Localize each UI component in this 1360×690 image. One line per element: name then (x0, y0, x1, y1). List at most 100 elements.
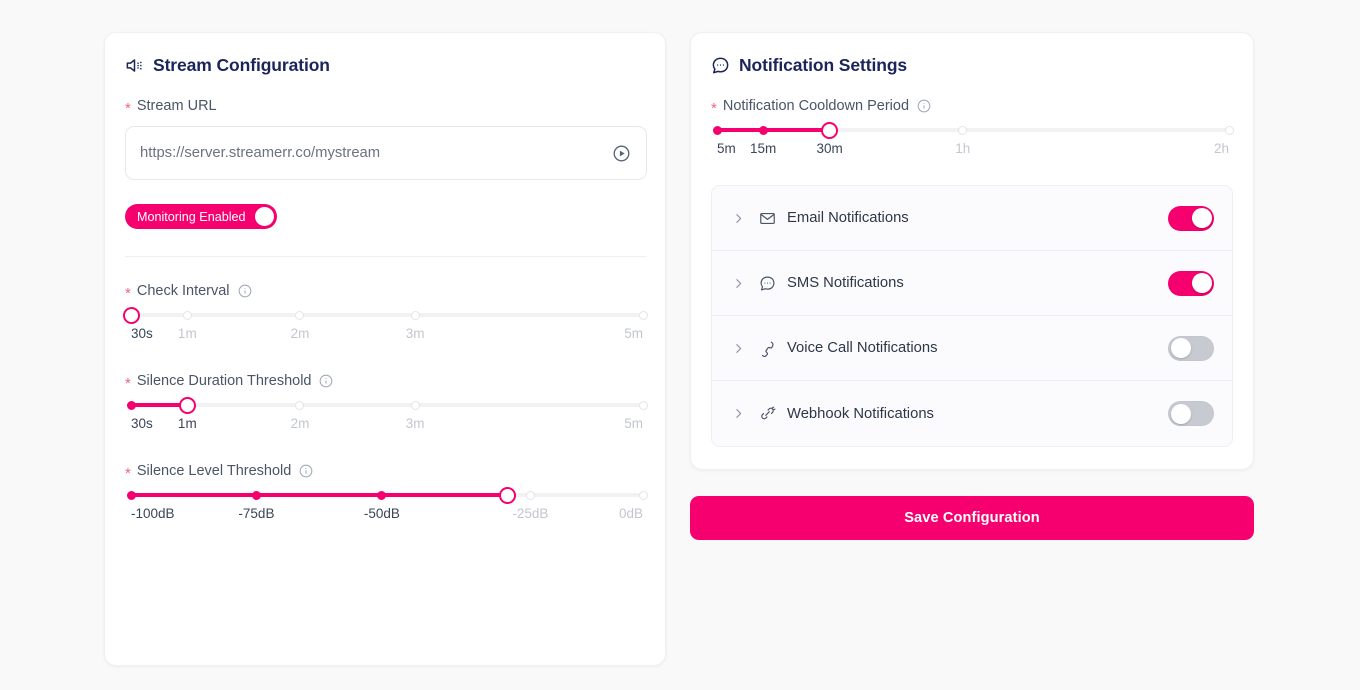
slider-tick-label: 2h (1213, 141, 1229, 156)
cooldown-label-text: Notification Cooldown Period (722, 98, 910, 114)
cooldown-slider[interactable] (712, 121, 1234, 139)
notification-channel-toggle[interactable] (1168, 335, 1214, 361)
slider-rail (131, 403, 643, 407)
notification-channel-label: Voice Call Notifications (787, 340, 938, 356)
slider-tick-label: 5m (624, 326, 643, 341)
save-configuration-button[interactable]: Save Configuration (690, 496, 1254, 540)
page-title: Stream Configuration (153, 55, 330, 75)
monitoring-toggle-label: Monitoring Enabled (137, 209, 246, 224)
notification-channel-label: SMS Notifications (787, 275, 904, 291)
slider-handle[interactable] (821, 121, 839, 139)
settings-page: Stream Configuration * Stream URL Monito… (0, 0, 1360, 690)
slider-tick-label: -75dB (238, 506, 275, 521)
silence-duration-slider-labels: 30s 1m 2m 3m 5m (131, 416, 643, 434)
slider-tick[interactable] (126, 490, 136, 500)
info-icon[interactable] (917, 99, 931, 113)
silence-duration-label-text: Silence Duration Threshold (136, 373, 312, 389)
required-asterisk: * (125, 99, 131, 117)
silence-duration-block: * Silence Duration Threshold 30s 1m 2m 3m 5m (125, 373, 648, 434)
slider-tick[interactable] (295, 400, 305, 410)
info-icon[interactable] (299, 464, 313, 478)
slider-rail (131, 313, 643, 317)
required-asterisk: * (711, 99, 717, 117)
toggle-knob (254, 207, 274, 226)
stream-url-input[interactable] (140, 145, 610, 161)
info-icon[interactable] (319, 374, 333, 388)
slider-tick[interactable] (758, 125, 768, 135)
notification-channel-row[interactable]: Webhook Notifications (712, 381, 1232, 446)
notification-channel-row[interactable]: SMS Notifications (712, 251, 1232, 316)
slider-tick[interactable] (712, 125, 722, 135)
slider-tick[interactable] (638, 310, 648, 320)
notification-channels-list: Email Notifications SMS Notifications Voic… (711, 185, 1233, 447)
check-interval-slider[interactable] (122, 306, 648, 324)
slider-tick-label: 30s (131, 326, 153, 341)
play-circle-icon[interactable] (610, 142, 632, 164)
slider-handle[interactable] (122, 306, 140, 324)
slider-tick-label: 1h (955, 141, 971, 156)
slider-tick[interactable] (410, 310, 420, 320)
slider-tick-label: -50dB (363, 506, 400, 521)
slider-tick-label: 30m (816, 141, 843, 156)
chevron-right-icon[interactable] (732, 407, 745, 420)
phone-icon (759, 340, 776, 357)
speaker-sound-icon (125, 56, 144, 75)
slider-tick[interactable] (958, 125, 968, 135)
silence-level-label: * Silence Level Threshold (125, 463, 645, 482)
stream-configuration-card: Stream Configuration * Stream URL Monito… (104, 32, 666, 666)
notification-channel-label: Email Notifications (787, 210, 909, 226)
right-column: Notification Settings * Notification Coo… (690, 32, 1254, 540)
notification-channel-toggle[interactable] (1168, 205, 1214, 231)
check-interval-label: * Check Interval (125, 283, 645, 301)
message-bubble-icon (711, 56, 730, 75)
cooldown-label: * Notification Cooldown Period (711, 98, 1233, 117)
slider-tick[interactable] (182, 310, 192, 320)
notification-channel-row[interactable]: Email Notifications (712, 186, 1232, 251)
slider-tick[interactable] (1224, 125, 1234, 135)
toggle-knob (1170, 403, 1191, 424)
notification-settings-card: Notification Settings * Notification Coo… (690, 32, 1254, 470)
slider-tick-label: 2m (290, 326, 310, 341)
slider-tick[interactable] (410, 400, 420, 410)
section-divider (125, 256, 647, 257)
notification-channel-label: Webhook Notifications (787, 405, 934, 422)
notification-channel-toggle[interactable] (1168, 270, 1214, 296)
link-icon (759, 405, 776, 422)
slider-tick[interactable] (126, 400, 136, 410)
silence-level-slider-labels: -100dB -75dB -50dB -25dB 0dB (131, 506, 643, 524)
notification-settings-title: Notification Settings (711, 55, 1233, 76)
chevron-right-icon[interactable] (732, 212, 745, 225)
slider-tick[interactable] (251, 490, 261, 500)
chevron-right-icon[interactable] (732, 342, 745, 355)
info-icon[interactable] (238, 284, 252, 298)
silence-level-slider[interactable] (126, 486, 648, 504)
notification-channel-row[interactable]: Voice Call Notifications (712, 316, 1232, 381)
chevron-right-icon[interactable] (732, 277, 745, 290)
slider-tick[interactable] (377, 490, 387, 500)
slider-tick[interactable] (638, 490, 648, 500)
silence-duration-slider[interactable] (126, 396, 648, 414)
slider-tick[interactable] (295, 310, 305, 320)
slider-tick-label: 1m (177, 326, 197, 341)
silence-duration-label: * Silence Duration Threshold (125, 373, 645, 392)
required-asterisk: * (125, 374, 131, 392)
slider-handle[interactable] (178, 396, 196, 414)
slider-fill (717, 128, 830, 132)
cooldown-slider-labels: 5m 15m 30m 1h 2h (717, 141, 1229, 159)
slider-handle[interactable] (498, 486, 516, 504)
cooldown-block: * Notification Cooldown Period 5m 15m 30m 1… (711, 98, 1234, 159)
slider-tick[interactable] (525, 490, 535, 500)
slider-tick-label: -25dB (512, 506, 549, 521)
monitoring-enabled-toggle[interactable]: Monitoring Enabled (125, 204, 277, 229)
slider-tick-label: 15m (749, 141, 777, 156)
notification-channel-toggle[interactable] (1168, 401, 1214, 426)
slider-tick-label: 1m (177, 416, 197, 431)
slider-tick-label: 30s (131, 416, 153, 431)
stream-configuration-title: Stream Configuration (125, 55, 645, 76)
message-icon (759, 275, 776, 292)
slider-tick[interactable] (638, 400, 648, 410)
slider-fill (131, 493, 508, 497)
required-asterisk: * (125, 464, 131, 482)
silence-level-block: * Silence Level Threshold -100dB -75dB -50… (125, 463, 648, 524)
slider-tick-label: 5m (624, 416, 643, 431)
